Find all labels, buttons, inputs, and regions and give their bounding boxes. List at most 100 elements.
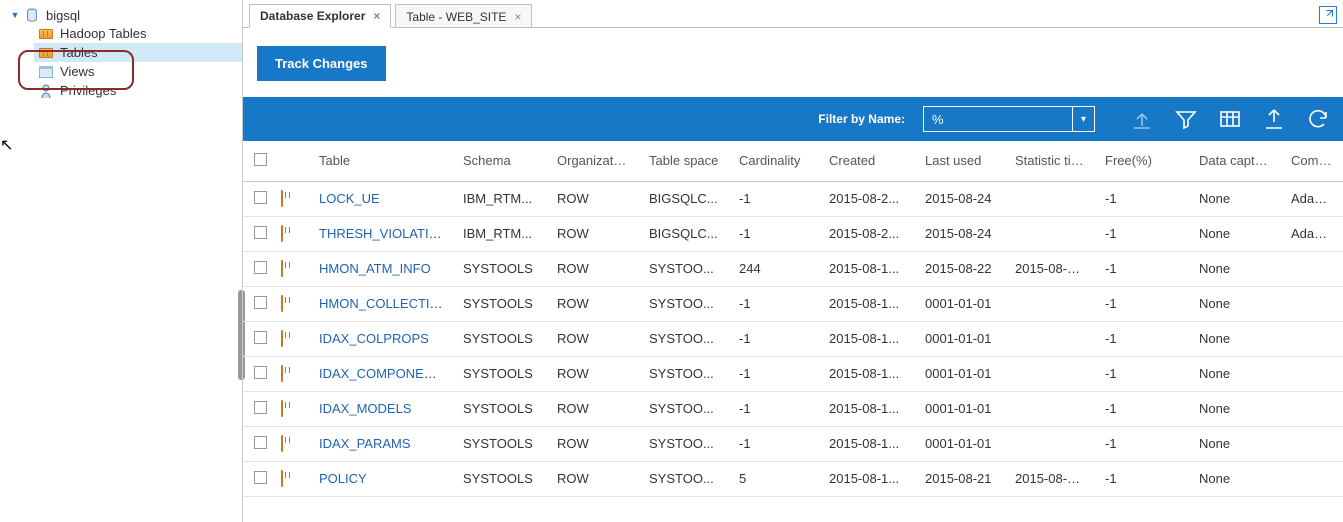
tree-root-node[interactable]: ▼ bigsql — [6, 6, 242, 24]
cell: -1 — [1095, 216, 1189, 251]
table-row[interactable]: THRESH_VIOLATIONSIBM_RTM...ROWBIGSQLC...… — [243, 216, 1343, 251]
refresh-icon[interactable] — [1303, 104, 1333, 134]
cell: SYSTOO... — [639, 391, 729, 426]
cell: SYSTOOLS — [453, 251, 547, 286]
cell: None — [1189, 461, 1281, 496]
row-checkbox[interactable] — [254, 436, 267, 449]
sidebar-item-label: Views — [60, 64, 94, 79]
sidebar-item-tables[interactable]: Tables — [34, 43, 242, 62]
filter-input[interactable] — [923, 106, 1073, 132]
col-header-3[interactable]: Schema — [453, 141, 547, 181]
col-header-11[interactable]: Data capture — [1189, 141, 1281, 181]
cell: 2015-08-1... — [819, 461, 915, 496]
cell: ROW — [547, 181, 639, 216]
col-header-8[interactable]: Last used — [915, 141, 1005, 181]
caret-down-icon[interactable]: ▼ — [10, 10, 20, 20]
table-icon — [281, 190, 283, 207]
filter-icon[interactable] — [1171, 104, 1201, 134]
col-header-12[interactable]: Compres — [1281, 141, 1343, 181]
table-row[interactable]: HMON_COLLECTIONSYSTOOLSROWSYSTOO...-1201… — [243, 286, 1343, 321]
col-header-9[interactable]: Statistic time — [1005, 141, 1095, 181]
filter-dropdown-button[interactable]: ▾ — [1073, 106, 1095, 132]
sidebar: ▼ bigsql Hadoop Tables Tables Views Privile… — [0, 0, 242, 522]
table-row[interactable]: IDAX_PARAMSSYSTOOLSROWSYSTOO...-12015-08… — [243, 426, 1343, 461]
cell: ROW — [547, 216, 639, 251]
tab-1[interactable]: Table - WEB_SITE× — [395, 4, 532, 28]
col-header-4[interactable]: Organization — [547, 141, 639, 181]
cell: -1 — [729, 286, 819, 321]
select-all-checkbox[interactable] — [254, 153, 267, 166]
cell: SYSTOO... — [639, 286, 729, 321]
cell: 2015-08-1... — [819, 321, 915, 356]
cell: None — [1189, 391, 1281, 426]
table-link[interactable]: IDAX_COMPONENTS — [319, 366, 450, 381]
cell: ROW — [547, 356, 639, 391]
table-link[interactable]: IDAX_COLPROPS — [319, 331, 429, 346]
table-link[interactable]: IDAX_MODELS — [319, 401, 411, 416]
table-link[interactable]: THRESH_VIOLATIONS — [319, 226, 453, 241]
col-header-0[interactable] — [243, 141, 277, 181]
row-checkbox[interactable] — [254, 261, 267, 274]
track-changes-button[interactable]: Track Changes — [257, 46, 386, 81]
col-header-5[interactable]: Table space — [639, 141, 729, 181]
row-checkbox[interactable] — [254, 401, 267, 414]
columns-icon[interactable] — [1215, 104, 1245, 134]
cell: None — [1189, 321, 1281, 356]
table-link[interactable]: HMON_COLLECTION — [319, 296, 449, 311]
cell: ROW — [547, 391, 639, 426]
cell: 2015-08-1... — [819, 391, 915, 426]
sidebar-item-views[interactable]: Views — [34, 62, 242, 81]
row-checkbox[interactable] — [254, 331, 267, 344]
table-row[interactable]: HMON_ATM_INFO SYSTOOLSROWSYSTOO...2442015… — [243, 251, 1343, 286]
col-header-2[interactable]: Table — [309, 141, 453, 181]
cell — [1005, 426, 1095, 461]
cell: ROW — [547, 251, 639, 286]
table-row[interactable]: LOCK_UEIBM_RTM...ROWBIGSQLC...-12015-08-… — [243, 181, 1343, 216]
tree-root-label: bigsql — [46, 8, 80, 23]
popout-button[interactable] — [1319, 6, 1337, 24]
row-checkbox[interactable] — [254, 471, 267, 484]
cell — [1005, 216, 1095, 251]
tab-close-icon[interactable]: × — [373, 9, 380, 23]
cell: SYSTOO... — [639, 321, 729, 356]
sidebar-item-privileges[interactable]: Privileges — [34, 81, 242, 100]
cell: -1 — [1095, 181, 1189, 216]
tab-close-icon[interactable]: × — [514, 10, 521, 24]
export-icon[interactable] — [1259, 104, 1289, 134]
table-link[interactable]: HMON_ATM_INFO — [319, 261, 431, 276]
cell: 2015-08-2... — [819, 181, 915, 216]
tab-label: Database Explorer — [260, 9, 365, 23]
table-row[interactable]: POLICYSYSTOOLSROWSYSTOO...52015-08-1...2… — [243, 461, 1343, 496]
table-link[interactable]: IDAX_PARAMS — [319, 436, 411, 451]
table-row[interactable]: IDAX_MODELSSYSTOOLSROWSYSTOO...-12015-08… — [243, 391, 1343, 426]
table-icon — [281, 470, 283, 487]
sidebar-item-label: Tables — [60, 45, 98, 60]
database-icon — [24, 7, 40, 23]
table-link[interactable]: LOCK_UE — [319, 191, 380, 206]
privilege-icon — [40, 84, 52, 98]
cell: 244 — [729, 251, 819, 286]
row-checkbox[interactable] — [254, 296, 267, 309]
upload-icon[interactable] — [1127, 104, 1157, 134]
cell: -1 — [729, 356, 819, 391]
col-header-1[interactable] — [277, 141, 309, 181]
cell: 0001-01-01 — [915, 391, 1005, 426]
cell: SYSTOOLS — [453, 391, 547, 426]
table-link[interactable]: POLICY — [319, 471, 367, 486]
cell: ROW — [547, 461, 639, 496]
sidebar-item-hadoop-tables[interactable]: Hadoop Tables — [34, 24, 242, 43]
col-header-7[interactable]: Created — [819, 141, 915, 181]
cell: -1 — [729, 181, 819, 216]
tab-0[interactable]: Database Explorer × — [249, 4, 391, 28]
row-checkbox[interactable] — [254, 226, 267, 239]
cell — [1005, 321, 1095, 356]
cell: 0001-01-01 — [915, 321, 1005, 356]
cell: 2015-08-1... — [819, 251, 915, 286]
table-row[interactable]: IDAX_COMPONENTSSYSTOOLSROWSYSTOO...-1201… — [243, 356, 1343, 391]
cell: SYSTOO... — [639, 251, 729, 286]
row-checkbox[interactable] — [254, 191, 267, 204]
col-header-6[interactable]: Cardinality — [729, 141, 819, 181]
row-checkbox[interactable] — [254, 366, 267, 379]
col-header-10[interactable]: Free(%) — [1095, 141, 1189, 181]
table-row[interactable]: IDAX_COLPROPSSYSTOOLSROWSYSTOO...-12015-… — [243, 321, 1343, 356]
